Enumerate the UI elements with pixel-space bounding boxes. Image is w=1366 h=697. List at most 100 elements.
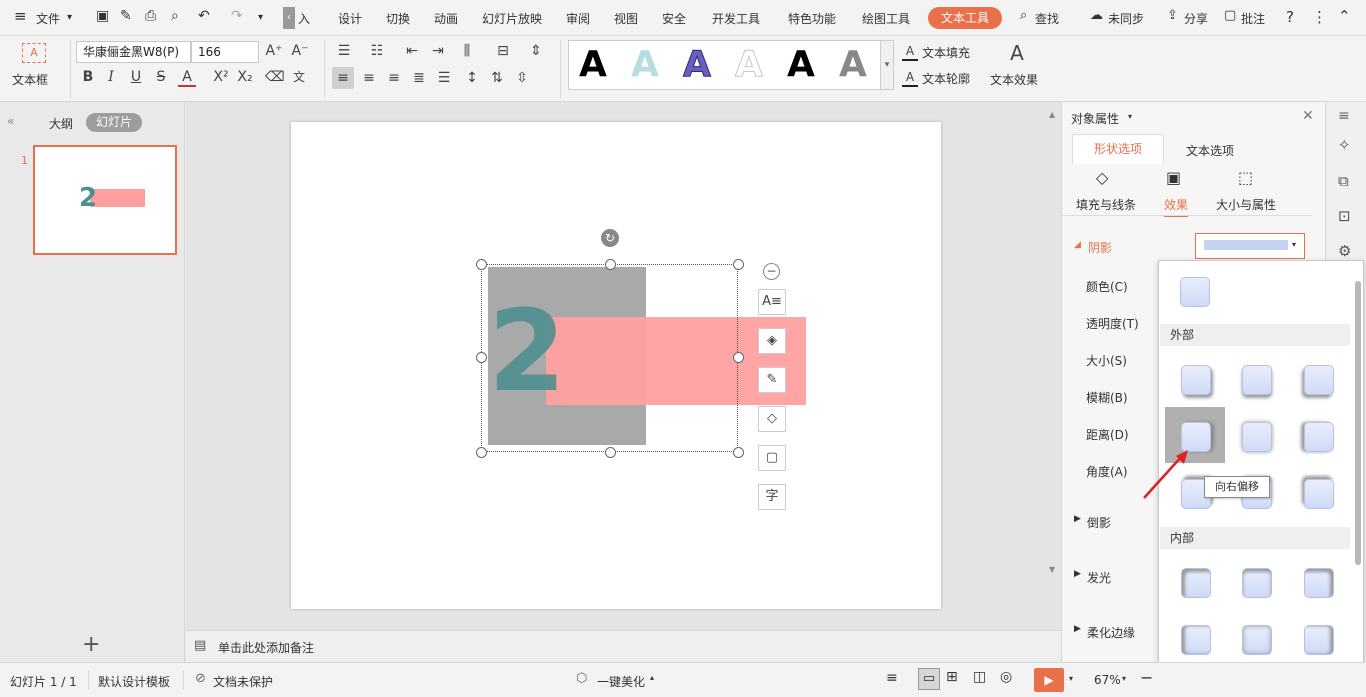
shadow-inner-right[interactable] — [1304, 625, 1334, 655]
distribute-icon[interactable]: ☰ — [435, 70, 453, 86]
replace-icon[interactable]: ⧉ — [1338, 172, 1349, 190]
undo-icon[interactable]: ↶ — [198, 8, 210, 24]
search-icon[interactable]: ⌕ — [1020, 8, 1027, 23]
add-slide-icon[interactable]: + — [82, 632, 100, 657]
resize-handle[interactable] — [605, 447, 616, 458]
strikethrough-icon[interactable]: S — [153, 69, 169, 85]
expand-icon[interactable]: ▶ — [1074, 569, 1081, 579]
shadow-inner-top-right[interactable] — [1304, 568, 1334, 598]
font-color-icon[interactable]: A — [178, 69, 196, 87]
resize-handle[interactable] — [733, 259, 744, 270]
shadow-outer-bottom-right[interactable] — [1181, 365, 1211, 395]
spacing-options-icon[interactable]: ⇳ — [513, 70, 531, 86]
underline-icon[interactable]: U — [128, 69, 144, 85]
beautify-button[interactable]: 一键美化 — [597, 673, 645, 690]
resize-handle[interactable] — [476, 352, 487, 363]
comment-button[interactable]: 批注 — [1241, 10, 1265, 27]
text-effect-button[interactable]: 文本效果 — [990, 71, 1038, 88]
increase-font-icon[interactable]: A⁺ — [264, 43, 284, 59]
columns-icon[interactable]: ⫼ — [458, 43, 476, 59]
sync-button[interactable]: 未同步 — [1108, 10, 1144, 27]
text-direction-icon[interactable]: ⇕ — [527, 43, 545, 59]
subscript-icon[interactable]: X₂ — [236, 69, 254, 85]
resize-handle[interactable] — [605, 259, 616, 270]
chevron-down-icon[interactable]: ▾ — [1128, 112, 1132, 121]
share-button[interactable]: 分享 — [1184, 10, 1208, 27]
more-icon[interactable]: ⋮ — [1312, 8, 1327, 26]
hamburger-icon[interactable]: ≡ — [14, 7, 27, 25]
section-reflection[interactable]: 倒影 — [1087, 514, 1111, 531]
font-size-select[interactable]: 166 — [191, 41, 259, 63]
shadow-outer-bottom-left[interactable] — [1304, 365, 1334, 395]
textbox-button[interactable]: 文本框 — [12, 71, 48, 88]
font-name-select[interactable]: 华康俪金黑W8(P) — [76, 41, 191, 63]
rotate-handle-icon[interactable]: ↻ — [601, 229, 619, 247]
align-right-icon[interactable]: ≡ — [385, 70, 403, 86]
format-painter-icon[interactable]: ✎ — [120, 8, 132, 24]
text-fill-button[interactable]: 文本填充 — [922, 44, 970, 61]
chevron-down-icon[interactable]: ▾ — [1069, 674, 1073, 683]
clone-icon[interactable]: ⊡ — [1338, 207, 1351, 225]
search-button[interactable]: 查找 — [1035, 10, 1059, 27]
text-outline-icon[interactable]: A — [902, 69, 918, 87]
shadow-outer-top-left[interactable] — [1304, 479, 1334, 509]
tab-shape-options[interactable]: 形状选项 — [1072, 134, 1164, 164]
print-icon[interactable]: ⎙ — [145, 8, 156, 24]
art-style-black[interactable]: A — [579, 45, 607, 85]
tab-drawing-tools[interactable]: 绘图工具 — [862, 10, 910, 27]
text-wrap-icon[interactable]: A≡ — [758, 289, 786, 315]
shadow-outer-left[interactable] — [1304, 422, 1334, 452]
outline-icon[interactable]: ▢ — [758, 445, 786, 471]
italic-icon[interactable]: I — [103, 69, 119, 85]
comment-icon[interactable]: ▢ — [1224, 8, 1236, 23]
normal-view-icon[interactable]: ▭ — [918, 668, 940, 690]
tab-text-tools[interactable]: 文本工具 — [928, 7, 1002, 29]
shadow-outer-center[interactable] — [1242, 422, 1272, 452]
numbered-list-icon[interactable]: ☷ — [368, 43, 386, 59]
slide-thumbnail[interactable]: 2 — [33, 145, 177, 255]
dropdown-scrollbar[interactable] — [1355, 281, 1361, 565]
text-effect-icon[interactable]: A — [1006, 42, 1028, 64]
resize-handle[interactable] — [733, 352, 744, 363]
scroll-down-icon[interactable]: ▼ — [1049, 565, 1055, 574]
collapse-toolbar-icon[interactable]: − — [763, 263, 780, 280]
settings-icon[interactable]: ⚙ — [1338, 242, 1351, 260]
art-style-bold-black[interactable]: A — [787, 45, 815, 85]
increase-indent-icon[interactable]: ⇥ — [429, 43, 447, 59]
size-props-icon[interactable]: ⬚ — [1238, 168, 1253, 187]
tab-outline[interactable]: 大纲 — [49, 115, 73, 132]
file-menu[interactable]: 文件 — [36, 10, 60, 27]
tab-slideshow[interactable]: 幻灯片放映 — [482, 10, 542, 27]
close-icon[interactable]: ✕ — [1302, 108, 1314, 124]
align-center-icon[interactable]: ≡ — [360, 70, 378, 86]
paragraph-spacing-icon[interactable]: ⇅ — [488, 70, 506, 86]
expand-icon[interactable]: ▶ — [1074, 514, 1081, 524]
notes-toggle-icon[interactable]: ≡ — [886, 670, 898, 686]
scroll-up-icon[interactable]: ▲ — [1049, 110, 1055, 119]
art-style-outline-white[interactable]: A — [735, 44, 764, 85]
chevron-down-icon[interactable]: ▾ — [67, 12, 72, 23]
share-icon[interactable]: ⇪ — [1167, 8, 1178, 23]
pin-icon[interactable]: ✧ — [1338, 136, 1351, 154]
layers-icon[interactable]: ◈ — [758, 328, 786, 354]
reading-view-icon[interactable]: ◫ — [973, 669, 986, 685]
sorter-view-icon[interactable]: ⊞ — [946, 669, 958, 685]
tab-slides[interactable]: 幻灯片 — [86, 113, 142, 132]
tab-animation[interactable]: 动画 — [434, 10, 458, 27]
chevron-down-icon[interactable]: ▾ — [1122, 674, 1126, 683]
bold-icon[interactable]: B — [80, 69, 96, 85]
collapse-ribbon-icon[interactable]: ⌃ — [1338, 7, 1351, 25]
notes-area[interactable]: ▤ 单击此处添加备注 — [186, 630, 1061, 662]
art-style-outline-blue[interactable]: A — [683, 44, 712, 85]
tab-view[interactable]: 视图 — [614, 10, 638, 27]
art-style-light-teal[interactable]: A — [631, 45, 659, 85]
shadow-inner-left[interactable] — [1181, 625, 1211, 655]
tab-security[interactable]: 安全 — [662, 10, 686, 27]
cloud-icon[interactable]: ☁ — [1090, 8, 1103, 23]
tab-text-options[interactable]: 文本选项 — [1186, 142, 1234, 159]
bullet-list-icon[interactable]: ☰ — [335, 43, 353, 59]
save-icon[interactable]: ▣ — [96, 8, 109, 24]
text-fill-icon[interactable]: A — [902, 43, 918, 61]
expand-icon[interactable]: ◢ — [1074, 240, 1081, 250]
phonetic-icon[interactable]: 文 — [290, 69, 308, 85]
